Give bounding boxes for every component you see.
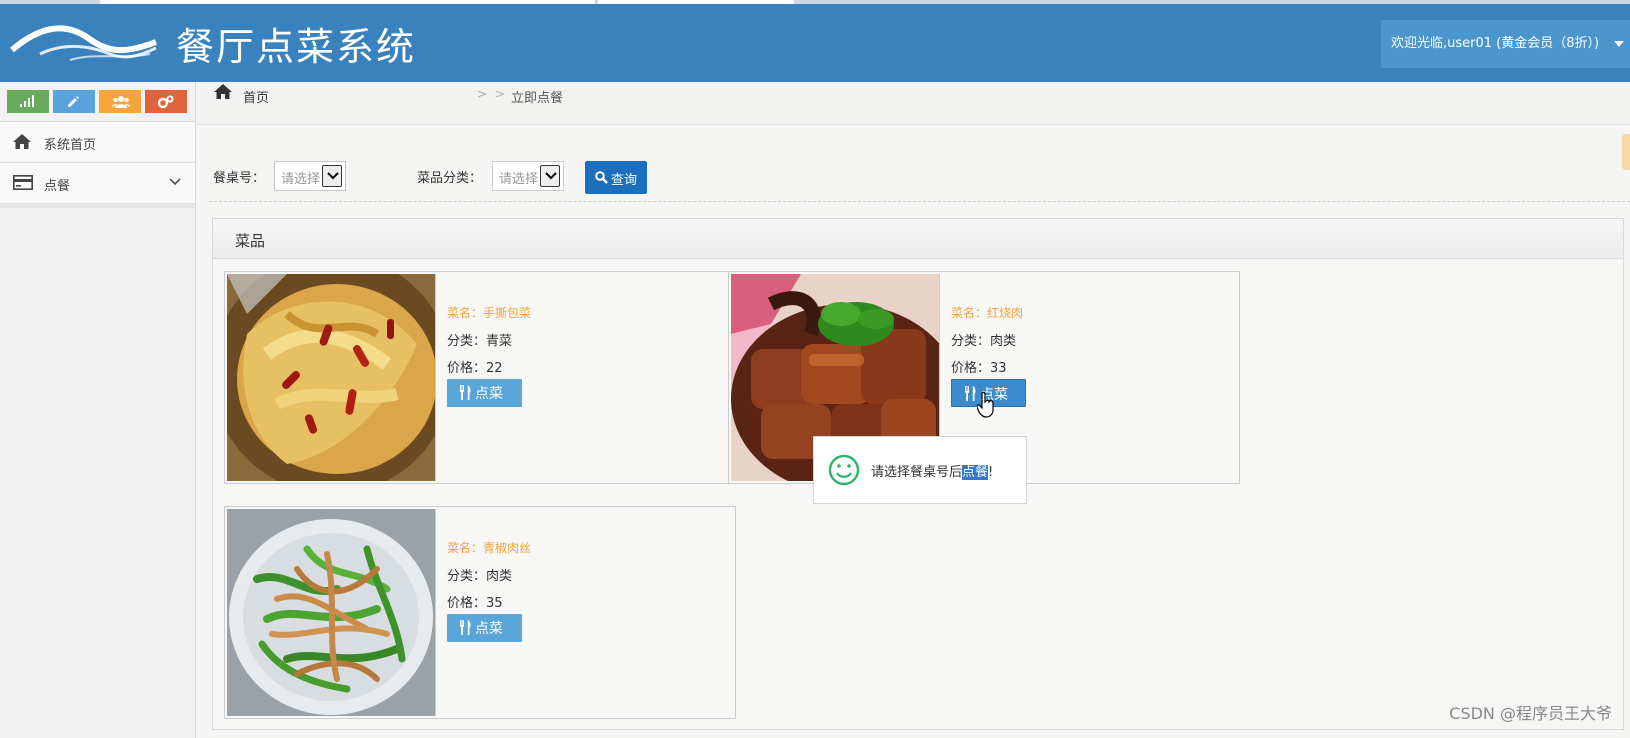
app-title: 餐厅点菜系统 (176, 25, 417, 69)
query-button[interactable]: 查询 (585, 161, 647, 194)
dish-photo-cabbage (227, 274, 436, 481)
home-icon (214, 84, 232, 99)
search-icon (595, 171, 608, 184)
user-welcome-text: 欢迎光临,user01 (黄金会员（8折）) (1391, 36, 1600, 51)
table-number-placeholder: 请选择 (281, 172, 321, 187)
dish-name: 菜名：青椒肉丝 (447, 541, 532, 555)
card-icon (13, 175, 33, 190)
toast-message: 请选择餐桌号后点餐! (813, 436, 1027, 504)
dish-photo-pepper-pork (227, 509, 436, 716)
breadcrumb-separator: > (477, 87, 488, 101)
dish-name: 菜名：红烧肉 (951, 306, 1024, 320)
caret-down-icon (1614, 41, 1624, 47)
toast-text: 请选择餐桌号后点餐! (871, 465, 994, 480)
watermark: CSDN @程序员王大爷 (1449, 704, 1612, 723)
sidebar-item-home[interactable]: 系统首页 (0, 122, 195, 163)
cutlery-icon (460, 620, 471, 635)
order-dish-button[interactable]: 点菜 (447, 614, 522, 642)
breadcrumb-current: 立即点餐 (511, 91, 564, 106)
dish-card: 菜名：手撕包菜 分类：青菜 价格：22 点菜 (224, 271, 736, 484)
home-icon (13, 134, 31, 149)
sidebar: 系统首页 点餐 (0, 82, 196, 738)
signal-bars-icon (20, 95, 34, 107)
users-icon (112, 96, 130, 108)
dish-category: 分类：肉类 (951, 334, 1017, 349)
category-select[interactable]: 请选择 (492, 161, 564, 191)
select-arrow-icon (540, 165, 560, 187)
select-arrow-icon (322, 165, 342, 187)
logo-wave-icon (10, 25, 158, 61)
table-number-label: 餐桌号： (213, 171, 266, 186)
dish-category: 分类：青菜 (447, 334, 513, 349)
order-dish-button-label: 点菜 (475, 621, 503, 637)
hand-cursor-icon (977, 392, 994, 418)
app-header: 餐厅点菜系统 欢迎光临,user01 (黄金会员（8折）) (0, 4, 1630, 82)
breadcrumb-separator: > (495, 87, 506, 101)
user-menu[interactable]: 欢迎光临,user01 (黄金会员（8折）) (1381, 20, 1630, 68)
category-label: 菜品分类： (417, 171, 483, 186)
gears-icon (158, 95, 174, 109)
query-button-label: 查询 (611, 173, 638, 188)
breadcrumb-home-link[interactable]: 首页 (243, 87, 269, 106)
sidebar-item-label: 系统首页 (44, 138, 97, 153)
pencil-icon (68, 96, 79, 107)
table-number-select[interactable]: 请选择 (274, 161, 346, 191)
dish-price: 价格：22 (447, 361, 503, 376)
dishes-panel-header: 菜品 (213, 219, 1623, 259)
cutlery-icon (460, 385, 471, 400)
dish-price: 价格：33 (951, 361, 1007, 376)
shortcut-settings-button[interactable] (145, 90, 187, 113)
filter-divider (209, 201, 1630, 202)
order-dish-button-label: 点菜 (475, 386, 503, 402)
cutlery-icon (965, 386, 976, 401)
sidebar-shortcuts (0, 82, 195, 122)
shortcut-edit-button[interactable] (53, 90, 95, 113)
dishes-panel-title: 菜品 (235, 232, 266, 250)
filter-bar: 餐桌号： 请选择 菜品分类： 请选择 查询 (197, 155, 1630, 203)
sidebar-item-order[interactable]: 点餐 (0, 163, 195, 204)
category-placeholder: 请选择 (499, 172, 539, 187)
dish-card: 菜名：青椒肉丝 分类：肉类 价格：35 点菜 (224, 506, 736, 719)
smile-icon (828, 454, 860, 486)
sidebar-item-label: 点餐 (44, 179, 71, 194)
shortcut-stats-button[interactable] (7, 90, 49, 113)
chevron-down-icon[interactable] (169, 178, 181, 186)
shortcut-users-button[interactable] (99, 90, 141, 113)
sidebar-divider (0, 204, 195, 208)
dish-category: 分类：肉类 (447, 569, 513, 584)
order-dish-button[interactable]: 点菜 (447, 379, 522, 407)
dish-price: 价格：35 (447, 596, 503, 611)
dish-name: 菜名：手撕包菜 (447, 306, 532, 320)
breadcrumb: 首页 > > 立即点餐 (197, 82, 1630, 125)
